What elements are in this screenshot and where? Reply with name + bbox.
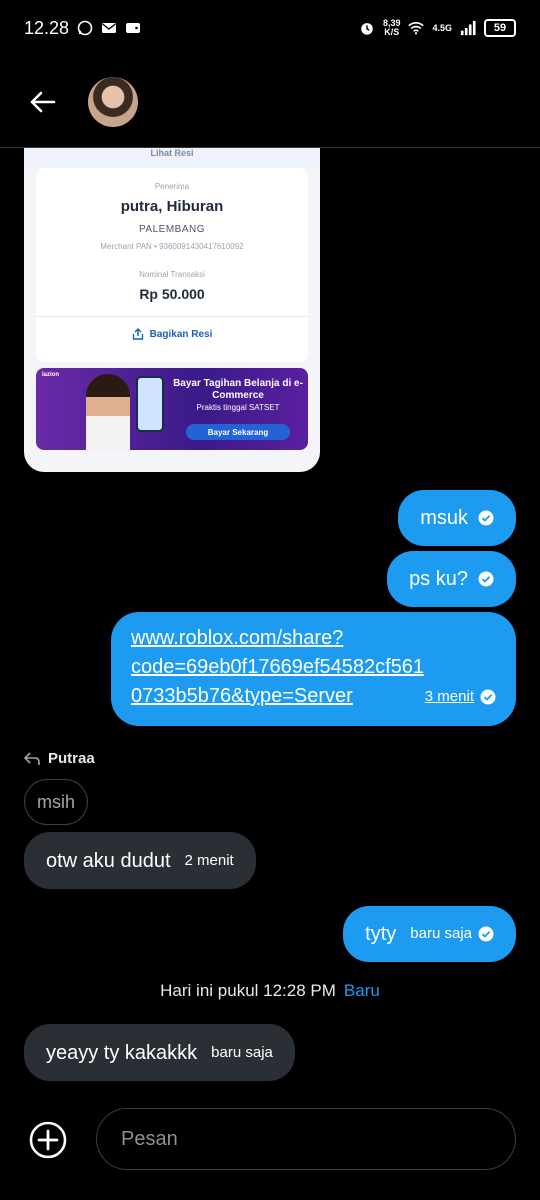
share-icon bbox=[132, 328, 143, 340]
message-composer bbox=[0, 1108, 540, 1170]
message-bubble-outgoing-link[interactable]: www.roblox.com/share? code=69eb0f17669ef… bbox=[111, 612, 516, 726]
mail-icon bbox=[101, 20, 117, 36]
back-button[interactable] bbox=[24, 84, 60, 120]
message-text: otw aku dudut bbox=[46, 849, 171, 872]
recipient-city: PALEMBANG bbox=[139, 224, 205, 235]
divider-time-text: Hari ini pukul 12:28 PM bbox=[160, 981, 336, 1000]
merchant-pan: Merchant PAN • 9360091430417610092 bbox=[100, 242, 244, 251]
message-time: baru saja bbox=[410, 925, 472, 942]
message-bubble-incoming[interactable]: otw aku dudut 2 menit bbox=[24, 832, 256, 889]
message-text: tyty bbox=[365, 923, 397, 945]
message-input[interactable] bbox=[96, 1108, 516, 1170]
whatsapp-icon bbox=[77, 20, 93, 36]
read-check-icon bbox=[480, 689, 496, 704]
roblox-share-link[interactable]: www.roblox.com/share? code=69eb0f17669ef… bbox=[131, 624, 496, 711]
signal-icon bbox=[460, 20, 476, 36]
new-label: Baru bbox=[343, 981, 380, 1000]
reply-icon bbox=[24, 751, 40, 765]
banner-logo: lazion bbox=[42, 372, 60, 378]
chat-header bbox=[0, 56, 540, 148]
arrow-left-icon bbox=[30, 91, 56, 112]
status-bar: 12.28 8,39 K/S 4.5G 59 bbox=[0, 0, 540, 56]
recipient-name: putra, Hiburan bbox=[120, 198, 224, 215]
banner-person-image bbox=[86, 374, 130, 450]
message-text: ps ku? bbox=[409, 568, 468, 590]
message-text: msuk bbox=[420, 507, 468, 529]
wifi-icon bbox=[408, 20, 425, 36]
recipient-label: Penerima bbox=[154, 182, 190, 191]
avatar[interactable] bbox=[88, 76, 138, 127]
alarm-icon bbox=[359, 20, 375, 36]
quoted-message[interactable]: msih bbox=[24, 779, 89, 825]
add-attachment-button[interactable] bbox=[28, 1120, 68, 1160]
read-check-icon bbox=[478, 926, 494, 942]
receipt-card: Penerima putra, Hiburan PALEMBANG Mercha… bbox=[36, 168, 308, 362]
message-bubble-outgoing[interactable]: tyty baru saja bbox=[343, 906, 516, 962]
status-time: 12.28 bbox=[24, 17, 70, 38]
amount-label: Nominal Transaksi bbox=[139, 270, 205, 279]
battery-indicator: 59 bbox=[484, 19, 516, 37]
wallet-icon bbox=[125, 20, 141, 36]
receipt-image[interactable]: Lihat Resi Penerima putra, Hiburan PALEM… bbox=[24, 148, 320, 472]
promo-banner: lazion Bayar Tagihan Belanja di e-Commer… bbox=[36, 368, 308, 450]
network-type: 4.5G bbox=[432, 23, 452, 33]
read-check-icon bbox=[478, 571, 494, 587]
reply-to-name: Putraa bbox=[48, 750, 95, 767]
message-bubble-incoming[interactable]: yeayy ty kakakkk baru saja bbox=[24, 1024, 295, 1081]
new-messages-divider: Hari ini pukul 12:28 PM Baru bbox=[0, 981, 540, 1001]
message-bubble-outgoing[interactable]: msuk bbox=[398, 490, 516, 546]
message-time: 3 menit bbox=[424, 688, 474, 705]
plus-circle-icon bbox=[29, 1121, 67, 1159]
message-time: baru saja bbox=[211, 1043, 273, 1061]
receipt-header: Lihat Resi bbox=[150, 148, 194, 158]
message-bubble-outgoing[interactable]: ps ku? bbox=[387, 551, 516, 607]
read-check-icon bbox=[478, 510, 494, 526]
network-speed: 8,39 K/S bbox=[382, 18, 401, 37]
banner-phone-image bbox=[136, 376, 164, 432]
banner-title: Bayar Tagihan Belanja di e-Commerce Prak… bbox=[173, 378, 303, 412]
message-text: yeayy ty kakakkk bbox=[46, 1041, 198, 1064]
receipt-divider bbox=[36, 316, 308, 317]
banner-pay-button: Bayar Sekarang bbox=[186, 424, 290, 440]
reply-indicator: Putraa bbox=[24, 750, 95, 767]
amount-value: Rp 50.000 bbox=[139, 286, 205, 302]
share-receipt-button: Bagikan Resi bbox=[36, 328, 308, 340]
message-time: 2 menit bbox=[184, 851, 234, 869]
